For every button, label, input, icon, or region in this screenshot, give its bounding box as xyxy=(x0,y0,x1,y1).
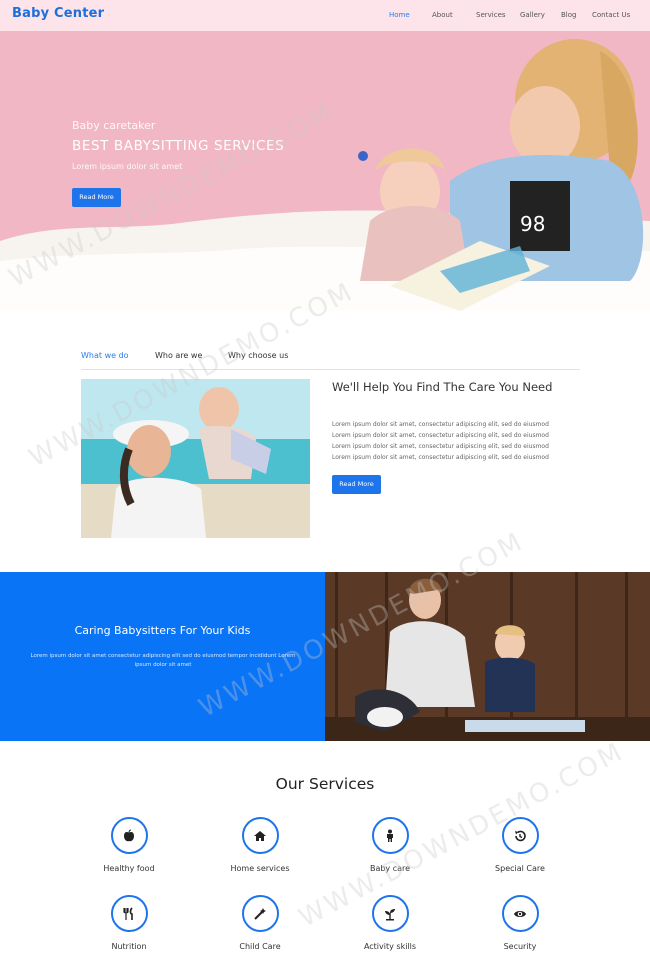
care-line: Lorem ipsum dolor sit amet, consectetur … xyxy=(332,454,549,461)
mother-child-wood-photo xyxy=(325,572,650,741)
nav-about[interactable]: About xyxy=(432,11,453,19)
svg-text:98: 98 xyxy=(520,212,545,236)
care-read-more-button[interactable]: Read More xyxy=(332,475,381,494)
service-card[interactable]: Child Care xyxy=(205,895,315,951)
beach-mother-baby-photo xyxy=(81,379,310,538)
nav-contact[interactable]: Contact Us xyxy=(592,11,630,19)
hero-read-more-button[interactable]: Read More xyxy=(72,188,121,207)
babysitters-band: Caring Babysitters For Your Kids Lorem i… xyxy=(0,572,325,741)
services-title: Our Services xyxy=(275,775,375,793)
mother-baby-photo: 98 xyxy=(358,39,644,311)
service-card[interactable]: Activity skills xyxy=(335,895,445,951)
band-title: Caring Babysitters For Your Kids xyxy=(74,624,251,637)
service-label: Activity skills xyxy=(363,942,417,951)
care-line: Lorem ipsum dolor sit amet, consectetur … xyxy=(332,432,549,439)
top-navbar: Baby Center Home About Services Gallery … xyxy=(0,0,650,31)
nav-services[interactable]: Services xyxy=(476,11,506,19)
service-card[interactable]: Special Care xyxy=(465,817,575,873)
tab-who-are-we[interactable]: Who are we xyxy=(155,351,202,360)
care-line: Lorem ipsum dolor sit amet, consectetur … xyxy=(332,443,549,450)
care-line: Lorem ipsum dolor sit amet, consectetur … xyxy=(332,421,549,428)
tab-why-choose-us[interactable]: Why choose us xyxy=(228,351,288,360)
service-label: Home services xyxy=(230,864,290,873)
nav-gallery[interactable]: Gallery xyxy=(520,11,545,19)
service-card[interactable]: Baby care xyxy=(335,817,445,873)
service-card[interactable]: Nutrition xyxy=(74,895,184,951)
service-label: Child Care xyxy=(239,942,281,951)
service-label: Healthy food xyxy=(103,864,155,873)
service-label: Baby care xyxy=(369,864,411,873)
hero-title: BEST BABYSITTING SERVICES xyxy=(72,138,285,154)
magic-wand-icon xyxy=(241,895,279,932)
nav-home[interactable]: Home xyxy=(389,11,410,19)
band-text: Lorem ipsum dolor sit amet consectetur a… xyxy=(30,653,296,668)
child-icon xyxy=(371,817,409,854)
service-card[interactable]: Healthy food xyxy=(74,817,184,873)
care-title: We'll Help You Find The Care You Need xyxy=(332,380,553,394)
hero-subtitle: Lorem ipsum dolor sit amet xyxy=(72,162,183,171)
brand-logo[interactable]: Baby Center xyxy=(12,6,104,21)
service-label: Security xyxy=(503,942,537,951)
plant-icon xyxy=(371,895,409,932)
service-label: Special Care xyxy=(495,864,545,873)
nav-blog[interactable]: Blog xyxy=(561,11,576,19)
hero-kicker: Baby caretaker xyxy=(72,119,156,132)
tab-what-we-do[interactable]: What we do xyxy=(81,351,129,360)
care-description: Lorem ipsum dolor sit amet, consectetur … xyxy=(332,419,582,463)
hero-banner: 98 Baby caretaker BEST BABYSITTING SERVI… xyxy=(0,31,650,311)
home-icon xyxy=(241,817,279,854)
apple-icon xyxy=(110,817,148,854)
eye-icon xyxy=(501,895,539,932)
info-tabs: What we do Who are we Why choose us xyxy=(81,350,580,370)
service-card[interactable]: Security xyxy=(465,895,575,951)
hero-text-block: Baby caretaker BEST BABYSITTING SERVICES… xyxy=(72,119,284,171)
utensils-icon xyxy=(110,895,148,932)
service-label: Nutrition xyxy=(111,942,147,951)
service-card[interactable]: Home services xyxy=(205,817,315,873)
history-icon xyxy=(501,817,539,854)
